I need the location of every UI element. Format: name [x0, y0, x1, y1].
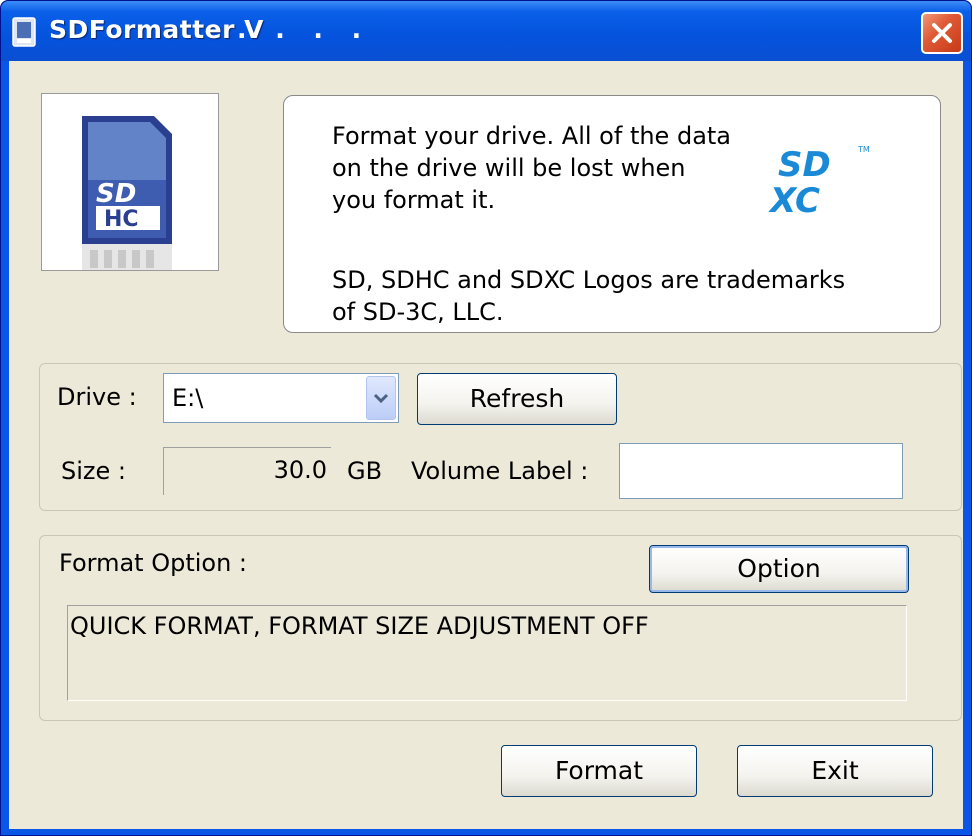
close-button[interactable]	[921, 12, 963, 54]
format-option-summary-text: QUICK FORMAT, FORMAT SIZE ADJUSTMENT OFF	[70, 612, 649, 640]
format-warning-text: Format your drive. All of the data on th…	[332, 122, 732, 214]
title-bar[interactable]: SDFormatter V . . . .	[1, 1, 971, 61]
trademark-notice: SD, SDHC and SDXC Logos are trademarks o…	[332, 266, 846, 326]
drive-dropdown-button[interactable]	[366, 376, 396, 420]
sdxc-logo-sd-text: SD	[778, 145, 831, 185]
app-icon	[12, 17, 36, 47]
sdhc-logo-box: SD HC	[41, 93, 219, 271]
size-label: Size :	[61, 457, 126, 485]
drive-select-value: E:\	[172, 384, 204, 412]
size-unit: GB	[347, 457, 383, 485]
sdxc-logo-xc-text: XC	[768, 181, 820, 218]
format-option-label: Format Option :	[59, 549, 248, 577]
info-panel: Format your drive. All of the data on th…	[283, 95, 941, 333]
exit-button[interactable]: Exit	[737, 745, 933, 797]
size-value: 30.0	[273, 456, 327, 484]
window-title: SDFormatter V	[49, 15, 264, 44]
drive-select[interactable]: E:\	[163, 373, 399, 423]
format-button-label: Format	[554, 756, 644, 785]
format-button[interactable]: Format	[501, 745, 697, 797]
sdxc-logo: SD TM XC	[768, 145, 870, 218]
close-icon	[932, 23, 952, 43]
refresh-button[interactable]: Refresh	[417, 373, 617, 425]
format-option-summary: QUICK FORMAT, FORMAT SIZE ADJUSTMENT OFF	[67, 605, 907, 701]
sdformatter-window: SDFormatter V . . . . SD HC Format your …	[0, 0, 972, 836]
window-title-suffix: . . . .	[237, 15, 372, 44]
exit-button-label: Exit	[811, 756, 859, 785]
option-button[interactable]: Option	[649, 545, 909, 593]
chevron-down-icon	[373, 393, 389, 404]
dialog-body: SD HC Format your drive. All of the data…	[9, 61, 963, 829]
refresh-button-label: Refresh	[469, 384, 565, 413]
volume-label-label: Volume Label :	[411, 457, 589, 485]
sdhc-card-sd-text: SD	[96, 179, 136, 209]
sdxc-logo-tm-text: TM	[857, 145, 870, 154]
sdhc-card-icon: SD HC	[82, 116, 172, 270]
sdhc-card-hc-text: HC	[104, 207, 139, 232]
size-field: 30.0	[163, 447, 331, 495]
volume-label-input[interactable]	[619, 443, 903, 499]
option-button-label: Option	[737, 554, 821, 583]
drive-label: Drive :	[57, 383, 137, 411]
